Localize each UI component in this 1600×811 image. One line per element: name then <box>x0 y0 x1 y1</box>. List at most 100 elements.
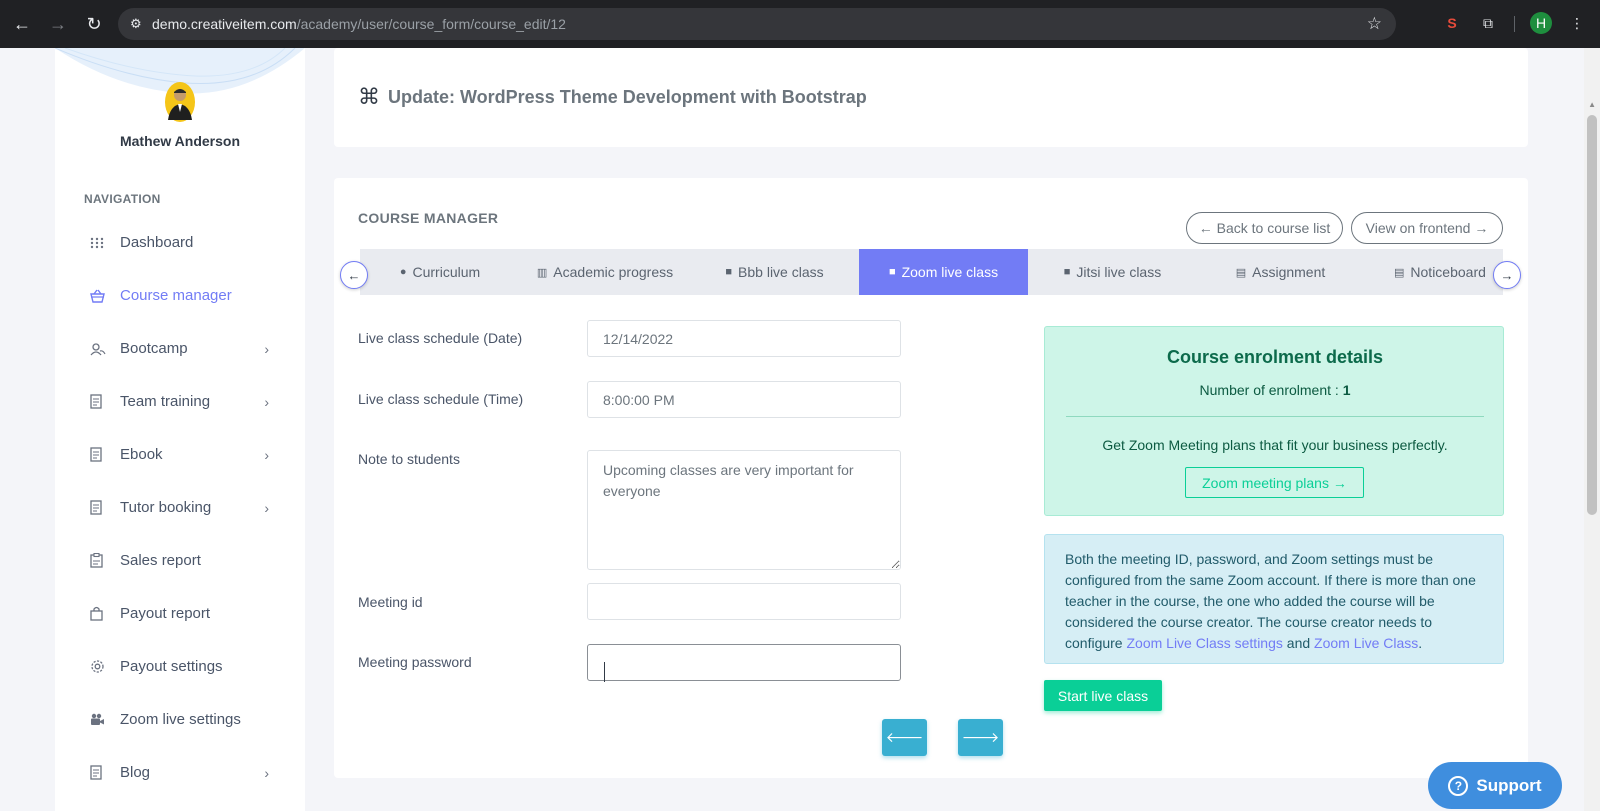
arrow-right-icon: → <box>1500 267 1514 283</box>
zoom-info-alert: Both the meeting ID, password, and Zoom … <box>1044 534 1504 664</box>
tab-curriculum[interactable]: ● Curriculum <box>360 249 520 295</box>
sidebar-item-label: Dashboard <box>120 234 194 251</box>
sidebar-item-payout-report[interactable]: Payout report <box>55 587 305 640</box>
extension-s-icon[interactable]: S <box>1441 12 1463 34</box>
course-enrolment-panel: Course enrolment details Number of enrol… <box>1044 326 1504 516</box>
camera-icon <box>90 713 120 726</box>
toolbar-divider <box>1514 16 1515 32</box>
sidebar-item-label: Bootcamp <box>120 340 188 357</box>
tabs-scroll-right-button[interactable]: → <box>1493 261 1521 289</box>
time-input[interactable] <box>587 381 901 418</box>
extensions-puzzle-icon[interactable]: ⧉ <box>1477 12 1499 34</box>
video-icon: ■ <box>888 266 896 278</box>
tab-assignment[interactable]: ▤ Assignment <box>1197 249 1364 295</box>
start-live-class-button[interactable]: Start live class <box>1044 680 1162 711</box>
meeting-password-label: Meeting password <box>358 654 472 670</box>
previous-tab-button[interactable]: 🡐 <box>882 719 927 756</box>
sidebar-menu: Dashboard Course manager Bootcamp › Team… <box>55 216 305 799</box>
zoom-live-class-link[interactable]: Zoom Live Class <box>1314 635 1418 651</box>
time-label: Live class schedule (Time) <box>358 391 524 407</box>
sidebar-item-label: Course manager <box>120 287 232 304</box>
enrolment-divider <box>1066 416 1484 417</box>
sidebar-item-label: Sales report <box>120 552 201 569</box>
tab-jitsi-live-class[interactable]: ■ Jitsi live class <box>1028 249 1197 295</box>
bag-icon <box>90 606 120 621</box>
view-on-frontend-button[interactable]: View on frontend → <box>1351 212 1503 244</box>
support-button[interactable]: ? Support <box>1428 762 1562 809</box>
command-icon: ⌘ <box>358 84 380 109</box>
url-text: demo.creativeitem.com/academy/user/cours… <box>152 16 566 32</box>
back-to-course-list-button[interactable]: ← Back to course list <box>1186 212 1343 244</box>
sidebar-item-label: Ebook <box>120 446 163 463</box>
navigation-heading: NAVIGATION <box>84 192 161 206</box>
basket-icon <box>90 289 120 303</box>
document-icon <box>90 447 120 462</box>
reload-icon[interactable]: ↻ <box>76 6 112 42</box>
sidebar-item-payout-settings[interactable]: Payout settings <box>55 640 305 693</box>
date-label: Live class schedule (Date) <box>358 330 523 346</box>
sidebar: Mathew Anderson NAVIGATION Dashboard Cou… <box>55 48 305 811</box>
forward-arrow-icon[interactable]: → <box>40 6 76 42</box>
note-textarea[interactable]: Upcoming classes are very important for … <box>587 450 901 570</box>
sidebar-item-tutor-booking[interactable]: Tutor booking › <box>55 481 305 534</box>
sidebar-item-bootcamp[interactable]: Bootcamp › <box>55 322 305 375</box>
question-icon: ? <box>1448 775 1469 796</box>
user-circle-icon: ● <box>399 266 407 278</box>
scroll-up-icon[interactable]: ▲ <box>1588 100 1596 109</box>
arrow-left-icon: ← <box>347 267 361 283</box>
scrollbar-thumb[interactable] <box>1587 115 1597 515</box>
site-settings-icon[interactable]: ⚙ <box>130 16 152 32</box>
course-tabs: ● Curriculum ▥ Academic progress ■ Bbb live… <box>360 249 1503 295</box>
support-label: Support <box>1476 775 1542 795</box>
zoom-live-class-settings-link[interactable]: Zoom Live Class settings <box>1126 635 1282 651</box>
sidebar-item-team-training[interactable]: Team training › <box>55 375 305 428</box>
clipboard-icon <box>90 553 120 568</box>
arrow-right-icon: 🡒 <box>961 729 1000 745</box>
profile-avatar[interactable]: H <box>1530 12 1552 34</box>
bar-chart-icon: ▥ <box>536 266 548 279</box>
sidebar-item-dashboard[interactable]: Dashboard <box>55 216 305 269</box>
zoom-plans-text: Get Zoom Meeting plans that fit your bus… <box>1102 437 1448 453</box>
gear-icon <box>90 659 120 674</box>
page-header-card: ⌘ Update: WordPress Theme Development wi… <box>334 48 1528 147</box>
enrolment-title: Course enrolment details <box>1166 347 1384 367</box>
chevron-right-icon: › <box>264 340 269 357</box>
sidebar-item-label: Zoom live settings <box>120 711 241 728</box>
sidebar-item-label: Team training <box>120 393 211 410</box>
chevron-right-icon: › <box>264 446 269 463</box>
user-name: Mathew Anderson <box>119 133 241 149</box>
sidebar-item-label: Blog <box>120 764 151 781</box>
date-input[interactable] <box>587 320 901 357</box>
sidebar-item-course-manager[interactable]: Course manager <box>55 269 305 322</box>
tab-zoom-live-class[interactable]: ■ Zoom live class <box>859 249 1028 295</box>
meeting-id-label: Meeting id <box>358 594 423 610</box>
sidebar-item-blog[interactable]: Blog › <box>55 746 305 799</box>
tab-academic-progress[interactable]: ▥ Academic progress <box>520 249 690 295</box>
zoom-meeting-plans-button[interactable]: Zoom meeting plans → <box>1185 467 1364 498</box>
sidebar-item-zoom-live-settings[interactable]: Zoom live settings <box>55 693 305 746</box>
bookmark-star-icon[interactable]: ☆ <box>1367 14 1382 34</box>
video-icon: ■ <box>1063 266 1071 278</box>
tab-bbb-live-class[interactable]: ■ Bbb live class <box>690 249 859 295</box>
next-tab-button[interactable]: 🡒 <box>958 719 1003 756</box>
chevron-right-icon: › <box>264 393 269 410</box>
document-icon <box>90 500 120 515</box>
note-label: Note to students <box>358 451 460 467</box>
tab-noticeboard[interactable]: ▤ Noticeboard <box>1364 249 1503 295</box>
document-icon <box>90 765 120 780</box>
document-icon <box>90 394 120 409</box>
document-icon: ▤ <box>1235 266 1247 279</box>
address-bar[interactable]: ⚙ demo.creativeitem.com/academy/user/cou… <box>118 8 1396 40</box>
arrow-left-icon: 🡐 <box>885 729 924 745</box>
sidebar-item-ebook[interactable]: Ebook › <box>55 428 305 481</box>
meeting-password-input[interactable] <box>587 644 901 681</box>
chevron-right-icon: › <box>264 499 269 516</box>
browser-menu-icon[interactable]: ⋮ <box>1566 12 1588 34</box>
grid-icon <box>90 236 120 250</box>
user-avatar <box>165 82 195 122</box>
tabs-scroll-left-button[interactable]: ← <box>340 261 368 289</box>
meeting-id-input[interactable] <box>587 583 901 620</box>
sidebar-item-label: Tutor booking <box>120 499 212 516</box>
back-arrow-icon[interactable]: ← <box>4 6 40 42</box>
sidebar-item-sales-report[interactable]: Sales report <box>55 534 305 587</box>
